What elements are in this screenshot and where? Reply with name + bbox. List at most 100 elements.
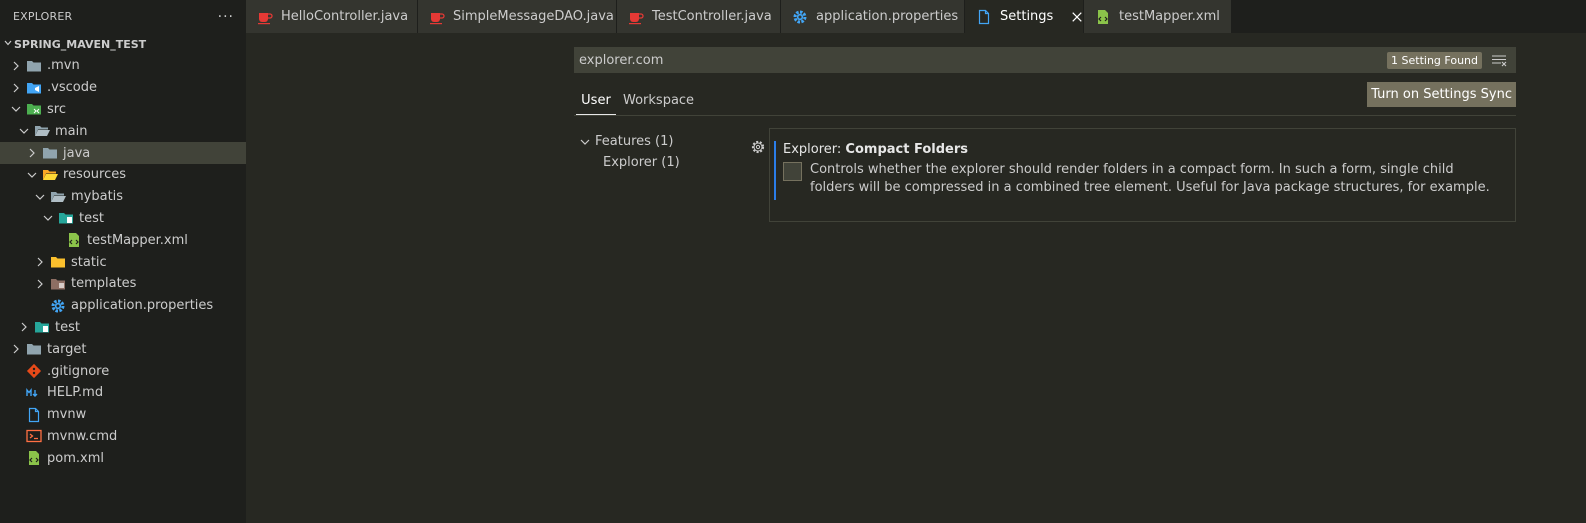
tree-item-label: HELP.md [47,385,104,401]
setting-title: Explorer: Compact Folders [783,142,968,157]
git-icon [26,363,42,379]
test-folder-icon [34,319,50,335]
sidebar-header: EXPLORER ··· [0,0,246,33]
tree-item-test-mybatis[interactable]: test [0,208,246,230]
tab-label: Settings [1000,9,1054,24]
tree-item-mvnw[interactable]: mvnw [0,404,246,426]
tree-item-main[interactable]: main [0,120,246,142]
settings-scope-tabs: User Workspace Turn on Settings Sync [574,82,1516,116]
tree-item-label: .vscode [47,80,97,96]
tab-user[interactable]: User [576,86,616,115]
setting-gear-icon[interactable] [750,139,766,155]
java-icon [628,9,644,25]
src-folder-icon [26,101,42,117]
tab-label: testMapper.xml [1119,9,1220,24]
setting-category: Explorer: [783,142,846,157]
chevron-down-icon [16,123,32,139]
tab-workspace[interactable]: Workspace [623,86,694,115]
explorer-title: EXPLORER [13,10,73,23]
tree-item-vscode[interactable]: .vscode [0,77,246,99]
tree-item-label: target [47,341,87,357]
tree-item-mvn[interactable]: .mvn [0,55,246,77]
tree-item-label: .gitignore [47,363,110,379]
chevron-down-icon [24,167,40,183]
gear-icon [792,9,808,25]
folder-open-icon [50,189,66,205]
settings-found-badge: 1 Setting Found [1387,51,1482,69]
tree-item-mvnw-cmd[interactable]: mvnw.cmd [0,426,246,448]
xml-file-icon [1095,9,1111,25]
tab-hellocontroller[interactable]: HelloController.java [246,0,418,33]
settings-toc: Features (1) Explorer (1) [579,131,759,173]
folder-icon [42,145,58,161]
tree-item-label: .mvn [47,58,80,74]
compact-folders-checkbox[interactable] [783,162,802,181]
settings-search-bar: 1 Setting Found [574,47,1516,73]
tab-settings[interactable]: Settings [965,0,1084,33]
chevron-right-icon [8,341,24,357]
tree-item-test-src[interactable]: test [0,317,246,339]
tree-item-label: test [79,210,104,226]
tree-item-application-properties[interactable]: application.properties [0,295,246,317]
templates-folder-icon [50,276,66,292]
close-icon[interactable] [1071,10,1083,24]
tree-item-label: testMapper.xml [87,232,188,248]
tree-item-java[interactable]: java [0,142,246,164]
tree-item-label: mybatis [71,189,124,205]
java-icon [429,9,445,25]
setting-name: Compact Folders [845,142,968,157]
tab-application-properties[interactable]: application.properties [781,0,965,33]
tree-item-testmapper[interactable]: testMapper.xml [0,229,246,251]
markdown-icon [26,385,42,401]
tree-item-gitignore[interactable]: .gitignore [0,360,246,382]
tree-item-mybatis[interactable]: mybatis [0,186,246,208]
tree-item-templates[interactable]: templates [0,273,246,295]
toc-item-features[interactable]: Features (1) [579,131,759,152]
chevron-down-icon [32,189,48,205]
tab-testcontroller[interactable]: TestController.java [617,0,781,33]
folder-open-icon [34,123,50,139]
tab-label: HelloController.java [281,9,409,24]
chevron-down-icon [579,136,595,148]
more-actions-icon[interactable]: ··· [218,9,234,25]
project-root[interactable]: SPRING_MAVEN_TEST [0,33,246,55]
settings-search-input[interactable] [579,52,1388,68]
project-name: SPRING_MAVEN_TEST [14,37,147,51]
tree-item-label: application.properties [71,298,214,314]
chevron-right-icon [32,254,48,270]
settings-sync-button[interactable]: Turn on Settings Sync [1367,82,1516,107]
chevron-right-icon [8,58,24,74]
xml-file-icon [66,232,82,248]
tab-simplemessagedao[interactable]: SimpleMessageDAO.java [418,0,617,33]
tree-item-static[interactable]: static [0,251,246,273]
java-icon [257,9,273,25]
tree-item-label: resources [63,167,127,183]
tree-item-label: java [63,145,91,161]
tree-item-label: static [71,254,107,270]
tree-item-pom-xml[interactable]: pom.xml [0,447,246,469]
tree-item-label: src [47,101,66,117]
tree-item-label: templates [71,276,137,292]
chevron-right-icon [8,80,24,96]
tab-label: application.properties [816,9,959,24]
xml-file-icon [26,450,42,466]
toc-label: Explorer (1) [603,155,680,170]
file-tree: .mvn .vscode src main java resources myb… [0,55,246,469]
setting-description: Controls whether the explorer should ren… [810,162,1490,195]
folder-icon [26,58,42,74]
tab-testmapper[interactable]: testMapper.xml [1084,0,1232,33]
tree-item-resources[interactable]: resources [0,164,246,186]
setting-item-compact-folders: Explorer: Compact Folders Controls wheth… [769,128,1516,222]
tree-item-help-md[interactable]: HELP.md [0,382,246,404]
tree-item-target[interactable]: target [0,338,246,360]
editor-tab-bar: HelloController.java SimpleMessageDAO.ja… [246,0,1586,33]
file-icon [976,9,992,25]
chevron-down-icon [40,210,56,226]
tab-label: TestController.java [652,9,772,24]
clear-filter-icon[interactable] [1490,51,1508,69]
chevron-down-icon [8,101,24,117]
toc-item-explorer[interactable]: Explorer (1) [579,152,759,173]
chevron-right-icon [24,145,40,161]
chevron-right-icon [16,319,32,335]
tree-item-src[interactable]: src [0,99,246,121]
